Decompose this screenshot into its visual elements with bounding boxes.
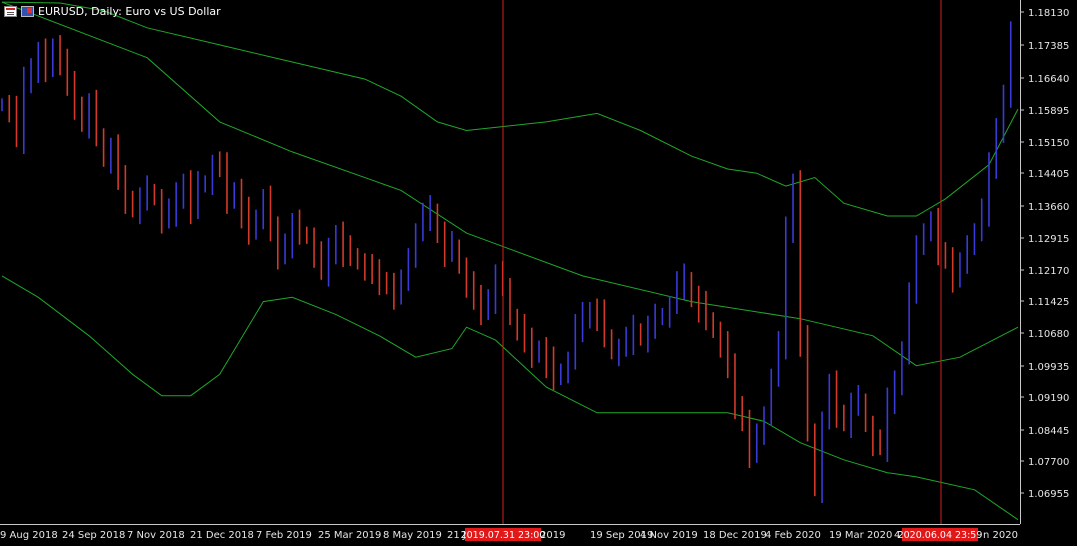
x-tick-label: 19 Mar 2020 (829, 530, 892, 541)
x-tick-label: n 2020 (983, 530, 1018, 541)
price-chart[interactable]: 1.18130 1.17385 1.16640 1.15895 1.15150 1.144… (0, 0, 1077, 542)
x-tick-label: 8 May 2019 (383, 530, 442, 541)
x-tick-label: 9 Aug 2018 (0, 530, 58, 541)
chart-background (0, 0, 1077, 542)
y-tick-label: 1.06955 (1028, 489, 1069, 500)
chart-canvas[interactable]: 1.18130 1.17385 1.16640 1.15895 1.15150 1.144… (0, 0, 1077, 542)
currency-flag-icon (21, 5, 34, 17)
y-tick-label: 1.07700 (1028, 457, 1069, 468)
y-tick-label: 1.13660 (1028, 202, 1069, 213)
x-tick-label: 7 Feb 2019 (256, 530, 312, 541)
x-tick-label: 24 Sep 2018 (62, 530, 125, 541)
y-tick-label: 1.09935 (1028, 362, 1069, 373)
y-tick-label: 1.17385 (1028, 41, 1069, 52)
time-marker-label: 2020.06.04 23:59 (898, 530, 983, 541)
y-tick-label: 1.15150 (1028, 138, 1069, 149)
x-tick-label: 21 Dec 2018 (190, 530, 254, 541)
y-tick-label: 1.08445 (1028, 426, 1069, 437)
y-tick-label: 1.18130 (1028, 8, 1069, 19)
x-tick-label: 7 Nov 2018 (127, 530, 185, 541)
symbol-label: EURUSD, Daily: Euro vs US Dollar (38, 4, 221, 18)
x-tick-label: 4 Feb 2020 (765, 530, 821, 541)
x-tick-label: 18 Dec 2019 (703, 530, 767, 541)
y-tick-label: 1.10680 (1028, 329, 1069, 340)
y-tick-label: 1.12915 (1028, 234, 1069, 245)
y-tick-label: 1.12170 (1028, 266, 1069, 277)
x-tick-label: 4 Nov 2019 (640, 530, 698, 541)
y-tick-label: 1.14405 (1028, 169, 1069, 180)
y-tick-label: 1.16640 (1028, 74, 1069, 85)
chart-window-icon (4, 5, 17, 17)
x-tick-label: 25 Mar 2019 (318, 530, 381, 541)
y-tick-label: 1.15895 (1028, 106, 1069, 117)
y-tick-label: 1.11425 (1028, 297, 1069, 308)
chart-header: EURUSD, Daily: Euro vs US Dollar (4, 3, 221, 19)
time-marker-label: 2019.07.31 23:00 (461, 530, 546, 541)
y-tick-label: 1.09190 (1028, 393, 1069, 404)
